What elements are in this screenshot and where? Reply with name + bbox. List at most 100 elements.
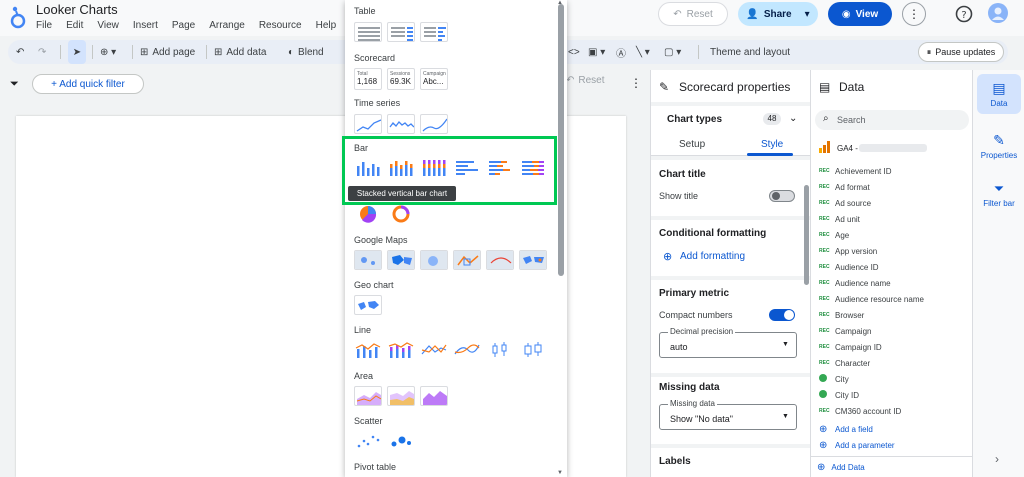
avatar[interactable] bbox=[988, 3, 1008, 23]
geo-chart-option[interactable] bbox=[354, 295, 382, 315]
boxplot-chart-option[interactable] bbox=[519, 340, 547, 360]
list-item[interactable]: REC Audience resource name bbox=[819, 291, 969, 307]
pie-chart-option[interactable] bbox=[354, 203, 382, 223]
rail-properties-button[interactable]: ✎ Properties bbox=[977, 126, 1021, 166]
world-map-option[interactable] bbox=[519, 250, 547, 270]
table-heatmap-option[interactable] bbox=[387, 22, 415, 42]
list-item[interactable]: REC Ad source bbox=[819, 195, 969, 211]
menu-resource[interactable]: Resource bbox=[259, 20, 302, 31]
list-item[interactable]: REC Ad unit bbox=[819, 211, 969, 227]
blend-button[interactable]: ◐ Blend bbox=[288, 40, 324, 64]
data-source-name[interactable]: GA4 - bbox=[837, 144, 858, 153]
add-field-link[interactable]: ⊕ Add a field bbox=[819, 421, 969, 437]
tab-style[interactable]: Style bbox=[761, 139, 783, 150]
share-button[interactable]: 👤 Share ▾ bbox=[738, 2, 818, 26]
rail-data-button[interactable]: ▤ Data bbox=[977, 74, 1021, 114]
combo-map-option[interactable] bbox=[486, 250, 514, 270]
select-cursor-icon[interactable]: ➤ bbox=[68, 40, 86, 64]
list-item[interactable]: REC Age bbox=[819, 227, 969, 243]
more-options-icon[interactable]: ⋮ bbox=[902, 2, 926, 26]
menu-edit[interactable]: Edit bbox=[66, 20, 83, 31]
100-stacked-area-chart-option[interactable] bbox=[420, 386, 448, 406]
filter-icon[interactable]: ⏷ bbox=[10, 78, 19, 91]
list-item[interactable]: REC Browser bbox=[819, 307, 969, 323]
menu-file[interactable]: File bbox=[36, 20, 52, 31]
add-data-link[interactable]: ⊕ Add Data bbox=[817, 462, 865, 473]
more-options-icon[interactable]: ⋮ bbox=[630, 76, 642, 90]
menu-page[interactable]: Page bbox=[172, 20, 195, 31]
stacked-combo-chart-option[interactable] bbox=[387, 340, 415, 360]
show-title-toggle[interactable] bbox=[769, 190, 795, 202]
bubble-map-option[interactable] bbox=[354, 250, 382, 270]
line-chart-option[interactable] bbox=[420, 340, 448, 360]
filter-reset-button[interactable]: ↶ Reset bbox=[566, 75, 605, 86]
help-icon[interactable]: ? bbox=[955, 5, 973, 23]
decimal-precision-select[interactable]: Decimal precision auto ▼ bbox=[659, 327, 797, 358]
list-item[interactable]: REC Campaign ID bbox=[819, 339, 969, 355]
image-icon[interactable]: ▣ ▾ bbox=[588, 40, 605, 64]
table-chart-option[interactable] bbox=[354, 22, 382, 42]
theme-layout-button[interactable]: Theme and layout bbox=[710, 40, 790, 64]
add-parameter-link[interactable]: ⊕ Add a parameter bbox=[819, 437, 969, 453]
line-icon[interactable]: ╲ ▾ bbox=[636, 40, 650, 64]
list-item[interactable]: City ID bbox=[819, 387, 969, 403]
area-chart-option[interactable] bbox=[354, 386, 382, 406]
donut-chart-option[interactable] bbox=[387, 203, 415, 223]
chevron-down-icon[interactable]: ▾ bbox=[805, 9, 810, 20]
sparkline-option[interactable] bbox=[387, 114, 415, 134]
report-title[interactable]: Looker Charts bbox=[36, 2, 118, 17]
data-search-box[interactable]: ⌕ Search bbox=[815, 110, 969, 130]
menu-insert[interactable]: Insert bbox=[133, 20, 158, 31]
list-item[interactable]: REC Audience name bbox=[819, 275, 969, 291]
text-icon[interactable]: Ⓐ bbox=[616, 40, 626, 64]
menu-help[interactable]: Help bbox=[316, 20, 337, 31]
properties-scrollbar[interactable] bbox=[804, 185, 809, 285]
menu-arrange[interactable]: Arrange bbox=[209, 20, 245, 31]
pause-updates-button[interactable]: ⏸ Pause updates bbox=[918, 42, 1004, 62]
redo-icon[interactable]: ↷ bbox=[38, 40, 46, 64]
missing-data-select[interactable]: Missing data Show "No data" ▼ bbox=[659, 399, 797, 430]
smoothed-line-chart-option[interactable] bbox=[453, 340, 481, 360]
filled-map-option[interactable] bbox=[387, 250, 415, 270]
shape-icon[interactable]: ▢ ▾ bbox=[664, 40, 681, 64]
scorecard-text-option[interactable]: Campaign Abc... bbox=[420, 68, 448, 90]
scorecard-compact-option[interactable]: Sessions 69.3K bbox=[387, 68, 415, 90]
list-item[interactable]: REC Ad format bbox=[819, 179, 969, 195]
bubble-chart-option[interactable] bbox=[387, 431, 415, 451]
add-page-button[interactable]: ⊞ Add page bbox=[140, 40, 195, 64]
list-item[interactable]: REC Achievement ID bbox=[819, 163, 969, 179]
scorecard-total-option[interactable]: Total 1,168 bbox=[354, 68, 382, 90]
rail-filter-bar-button[interactable]: ⏷ Filter bar bbox=[977, 174, 1021, 214]
chart-types-label[interactable]: Chart types bbox=[667, 114, 722, 125]
add-circle-icon[interactable]: ⊕ bbox=[663, 250, 672, 263]
code-icon[interactable]: <> bbox=[568, 40, 580, 64]
heatmap-map-option[interactable] bbox=[420, 250, 448, 270]
list-item[interactable]: REC Campaign bbox=[819, 323, 969, 339]
menu-view[interactable]: View bbox=[97, 20, 119, 31]
view-button[interactable]: ◉ View bbox=[828, 2, 892, 26]
reset-button[interactable]: ↶ Reset bbox=[658, 2, 728, 26]
list-item[interactable]: REC Character bbox=[819, 355, 969, 371]
add-data-button[interactable]: ⊞ Add data bbox=[214, 40, 266, 64]
scroll-down-arrow-icon[interactable]: ▼ bbox=[557, 470, 563, 476]
line-map-option[interactable] bbox=[453, 250, 481, 270]
add-formatting-link[interactable]: Add formatting bbox=[680, 251, 745, 262]
time-series-option[interactable] bbox=[354, 114, 382, 134]
picker-scrollbar[interactable] bbox=[558, 4, 564, 276]
undo-icon[interactable]: ↶ bbox=[16, 40, 24, 64]
stacked-area-chart-option[interactable] bbox=[387, 386, 415, 406]
smoothed-time-series-option[interactable] bbox=[420, 114, 448, 134]
list-item[interactable]: REC CM360 account ID bbox=[819, 403, 969, 419]
table-bars-option[interactable] bbox=[420, 22, 448, 42]
add-quick-filter-button[interactable]: + Add quick filter bbox=[32, 74, 144, 94]
zoom-icon[interactable]: ⊕ ▾ bbox=[100, 40, 116, 64]
scatter-chart-option[interactable] bbox=[354, 431, 382, 451]
chevron-right-icon[interactable]: › bbox=[995, 452, 999, 466]
combo-chart-option[interactable] bbox=[354, 340, 382, 360]
compact-numbers-toggle[interactable] bbox=[769, 309, 795, 321]
list-item[interactable]: REC Audience ID bbox=[819, 259, 969, 275]
list-item[interactable]: City bbox=[819, 371, 969, 387]
chevron-down-icon[interactable]: ⌄ bbox=[789, 113, 797, 124]
list-item[interactable]: REC App version bbox=[819, 243, 969, 259]
candlestick-chart-option[interactable] bbox=[486, 340, 514, 360]
